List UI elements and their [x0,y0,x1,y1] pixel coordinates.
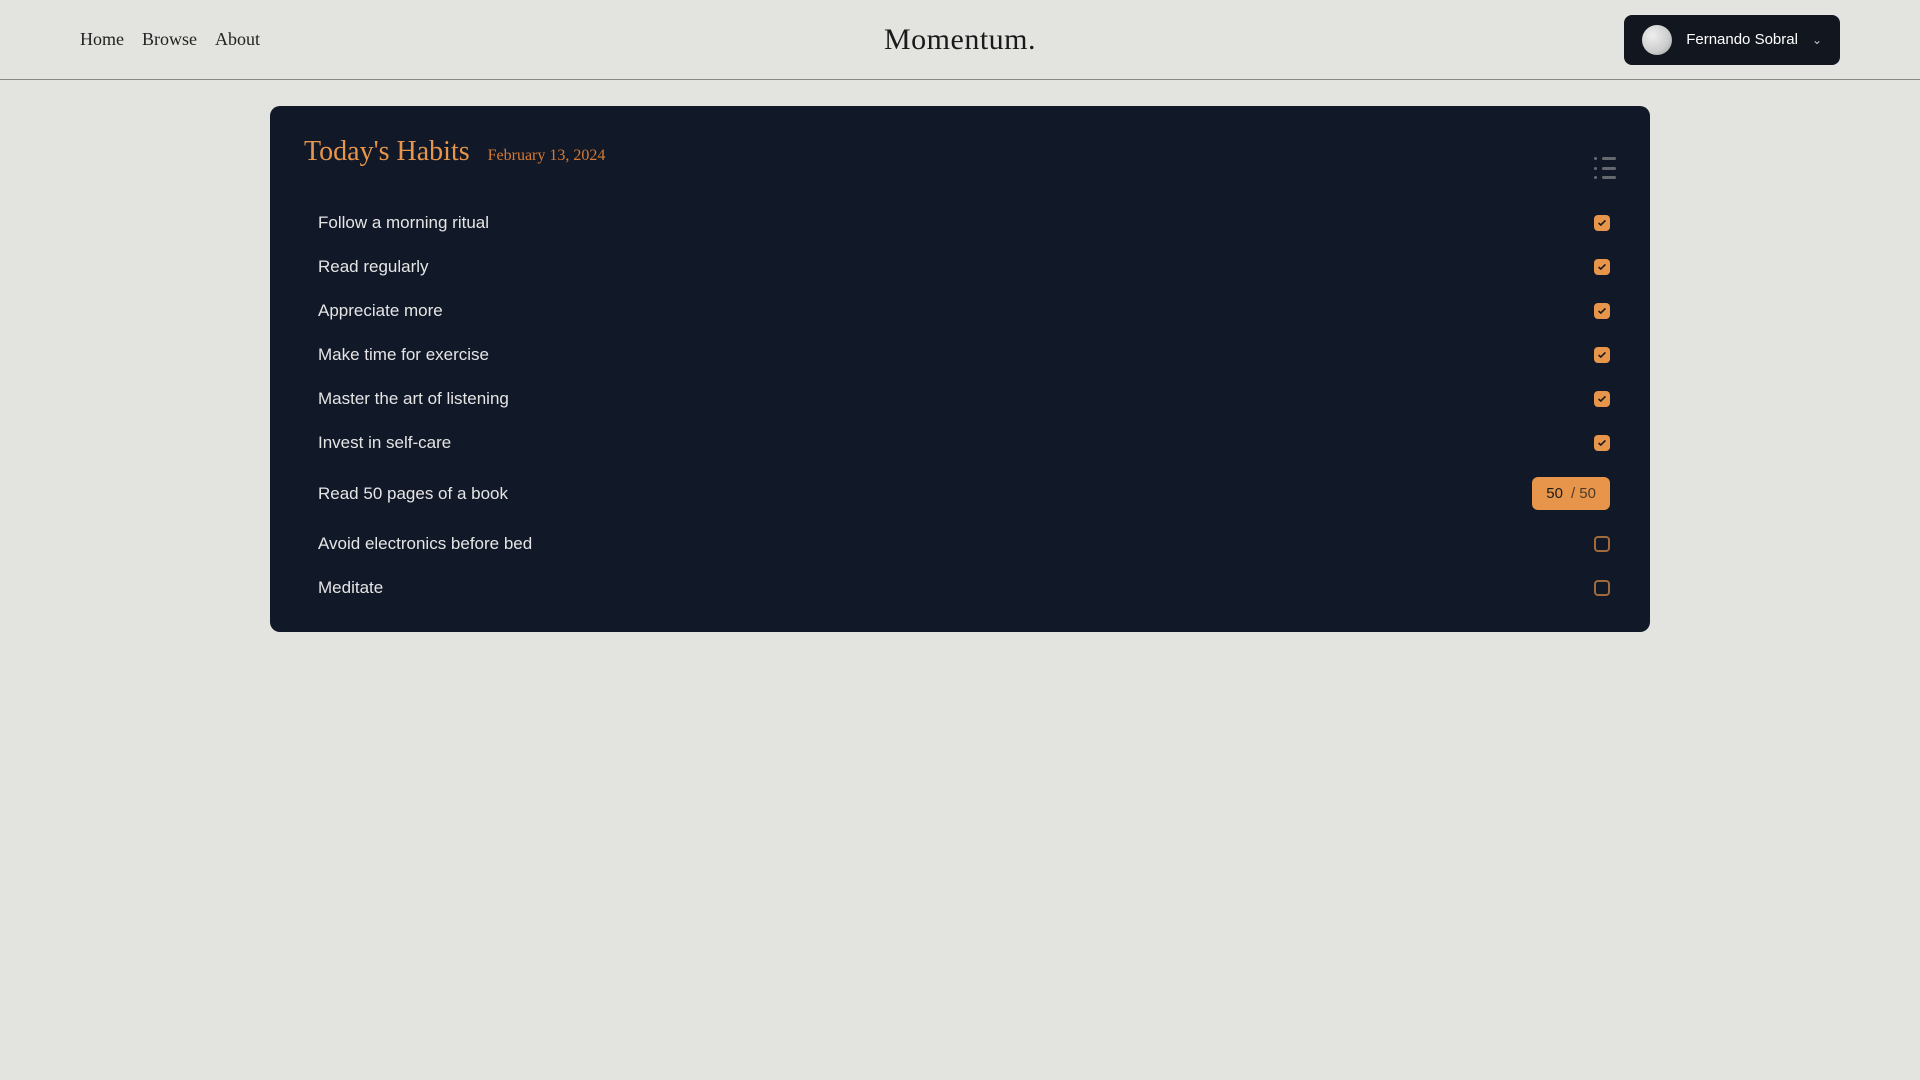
habit-row: Meditate [304,570,1616,606]
habit-checkbox[interactable] [1594,347,1610,363]
habit-row: Master the art of listening [304,381,1616,417]
habits-list: Follow a morning ritual Read regularly App… [304,205,1616,606]
habit-label: Meditate [318,578,383,598]
habit-checkbox[interactable] [1594,536,1610,552]
progress-total: / 50 [1571,485,1596,502]
habit-checkbox[interactable] [1594,391,1610,407]
nav-link-about[interactable]: About [215,29,260,50]
nav-link-browse[interactable]: Browse [142,29,197,50]
habit-checkbox[interactable] [1594,435,1610,451]
habit-row: Appreciate more [304,293,1616,329]
card-date: February 13, 2024 [488,147,606,165]
habit-row: Follow a morning ritual [304,205,1616,241]
habit-label: Make time for exercise [318,345,489,365]
habit-label: Follow a morning ritual [318,213,489,233]
habit-label: Appreciate more [318,301,443,321]
habit-label: Read regularly [318,257,429,277]
nav-link-home[interactable]: Home [80,29,124,50]
habit-label: Master the art of listening [318,389,509,409]
list-view-icon[interactable] [1594,157,1616,179]
habit-row: Make time for exercise [304,337,1616,373]
habits-card: Today's Habits February 13, 2024 Follow … [270,106,1650,632]
habit-progress-chip[interactable]: 50 / 50 [1532,477,1610,510]
habit-label: Read 50 pages of a book [318,484,508,504]
habit-label: Invest in self-care [318,433,451,453]
habit-checkbox[interactable] [1594,215,1610,231]
user-name: Fernando Sobral [1686,31,1798,48]
avatar [1642,25,1672,55]
habit-checkbox[interactable] [1594,259,1610,275]
chevron-down-icon: ⌄ [1812,33,1822,47]
card-title: Today's Habits [304,136,470,168]
habit-row: Read regularly [304,249,1616,285]
brand-title: Momentum. [884,23,1036,57]
habit-row: Avoid electronics before bed [304,526,1616,562]
habit-checkbox[interactable] [1594,303,1610,319]
user-menu[interactable]: Fernando Sobral ⌄ [1624,15,1840,65]
topbar: Home Browse About Momentum. Fernando Sob… [0,0,1920,80]
habit-row: Read 50 pages of a book 50 / 50 [304,469,1616,518]
nav-links: Home Browse About [80,29,260,50]
habit-checkbox[interactable] [1594,580,1610,596]
habit-label: Avoid electronics before bed [318,534,532,554]
card-header: Today's Habits February 13, 2024 [304,136,1616,179]
habit-row: Invest in self-care [304,425,1616,461]
progress-value: 50 [1546,485,1563,502]
